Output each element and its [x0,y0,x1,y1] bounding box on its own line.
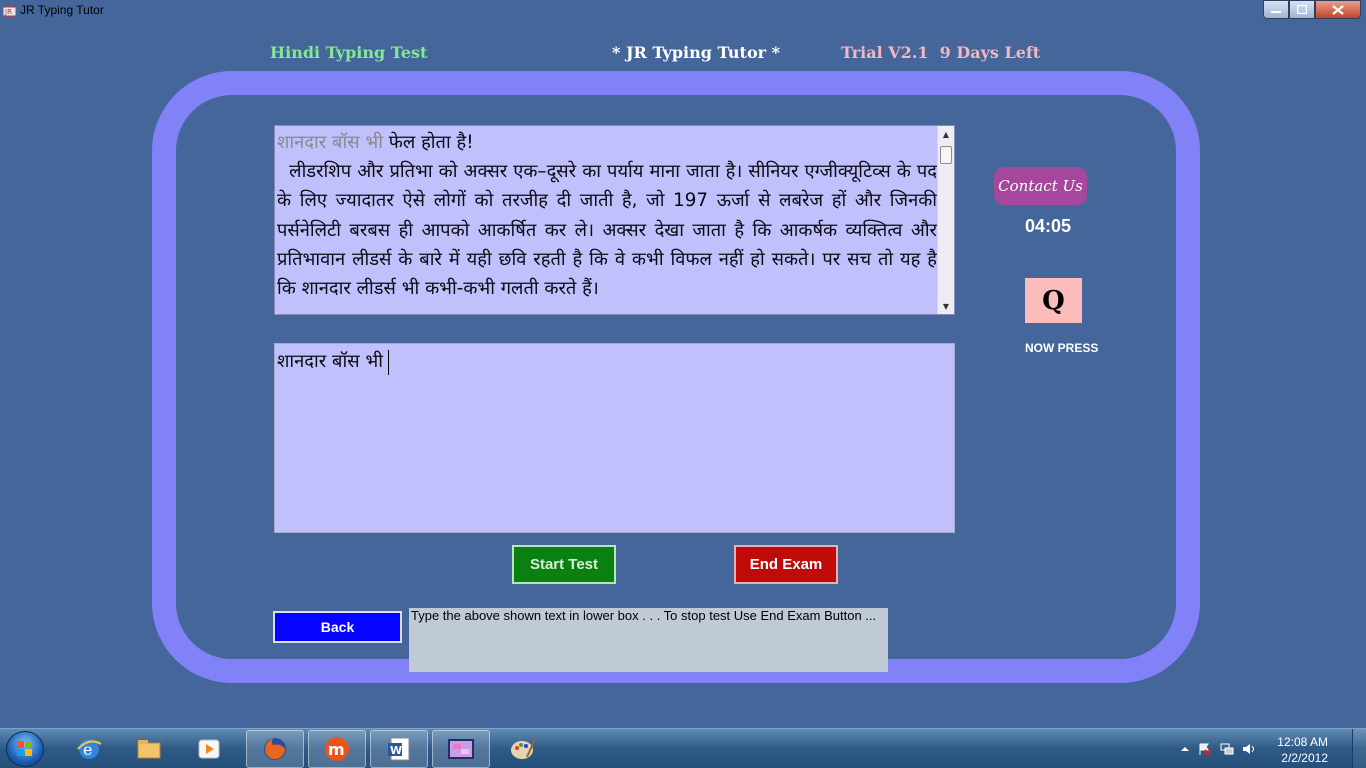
maximize-icon [1297,5,1307,14]
window-title-bar: JR JR Typing Tutor [0,0,1366,22]
typing-input-text[interactable]: शानदार बॉस भी [277,348,389,375]
firefox-icon [264,738,286,760]
text-caret [387,349,389,375]
svg-text:JR: JR [4,8,12,16]
taskbar-ie[interactable]: e [60,730,118,768]
show-hidden-icons-icon[interactable] [1178,743,1192,755]
minimize-icon [1271,10,1281,13]
maximize-button[interactable] [1289,0,1315,19]
typing-tutor-icon [448,739,474,759]
m-app-icon: m [325,737,349,761]
clock-time[interactable]: 12:08 AM [1277,735,1328,749]
next-key-display: Q [1025,278,1082,323]
show-desktop-button[interactable] [1352,729,1366,768]
scroll-down-arrow-icon[interactable]: ▼ [938,298,954,314]
scroll-up-arrow-icon[interactable]: ▲ [938,126,954,142]
word-icon: W [388,737,410,761]
taskbar-explorer[interactable] [120,730,178,768]
paint-icon [511,738,536,759]
contact-us-button[interactable]: Contact Us [994,167,1087,205]
ie-icon: e [77,739,102,759]
scroll-thumb[interactable] [940,146,952,164]
windows-logo-icon [17,741,32,756]
taskbar-firefox[interactable] [246,730,304,768]
source-typed-part: शानदार बॉस भी [277,132,383,153]
svg-text:W: W [390,744,402,757]
system-tray: 12:08 AM 2/2/2012 [1176,729,1366,768]
app-icon: JR [3,6,16,17]
trial-label: Trial V2.1 9 Days Left [841,43,1041,62]
svg-text:m: m [328,740,345,759]
typed-value: शानदार बॉस भी [277,351,383,372]
media-player-icon [198,739,220,759]
instruction-text: Type the above shown text in lower box .… [409,608,888,672]
start-test-button[interactable]: Start Test [512,545,616,584]
explorer-icon [137,740,161,759]
taskbar-m-app[interactable]: m [308,730,366,768]
end-exam-button[interactable]: End Exam [734,545,838,584]
taskbar-typing-tutor[interactable] [432,730,490,768]
minimize-button[interactable] [1263,0,1289,19]
source-remaining-part: फेल होता है! लीडरशिप और प्रतिभा को अक्सर… [277,132,937,300]
app-name-label: * JR Typing Tutor * [612,43,780,62]
action-center-flag-icon[interactable] [1198,743,1212,755]
window-controls [1263,0,1361,19]
clock-date[interactable]: 2/2/2012 [1281,751,1328,765]
taskbar-paint[interactable] [494,730,552,768]
window-title: JR Typing Tutor [20,3,104,17]
network-icon[interactable] [1220,743,1234,755]
source-text-box[interactable]: शानदार बॉस भी फेल होता है! लीडरशिप और प्… [274,125,955,315]
taskbar: e m W 12:08 AM 2/2/2012 [0,728,1366,768]
close-icon [1332,4,1344,15]
back-button[interactable]: Back [273,611,402,643]
test-name-label: Hindi Typing Test [270,43,428,62]
now-press-label: NOW PRESS [1025,341,1099,355]
taskbar-word[interactable]: W [370,730,428,768]
taskbar-media-player[interactable] [180,730,238,768]
close-button[interactable] [1315,0,1361,19]
start-button[interactable] [6,731,44,767]
timer-display: 04:05 [1025,216,1072,236]
volume-icon[interactable] [1242,743,1256,755]
source-scrollbar[interactable]: ▲ ▼ [937,126,954,314]
source-text: शानदार बॉस भी फेल होता है! लीडरशिप और प्… [277,128,937,303]
typing-input-box[interactable]: शानदार बॉस भी [274,343,955,533]
